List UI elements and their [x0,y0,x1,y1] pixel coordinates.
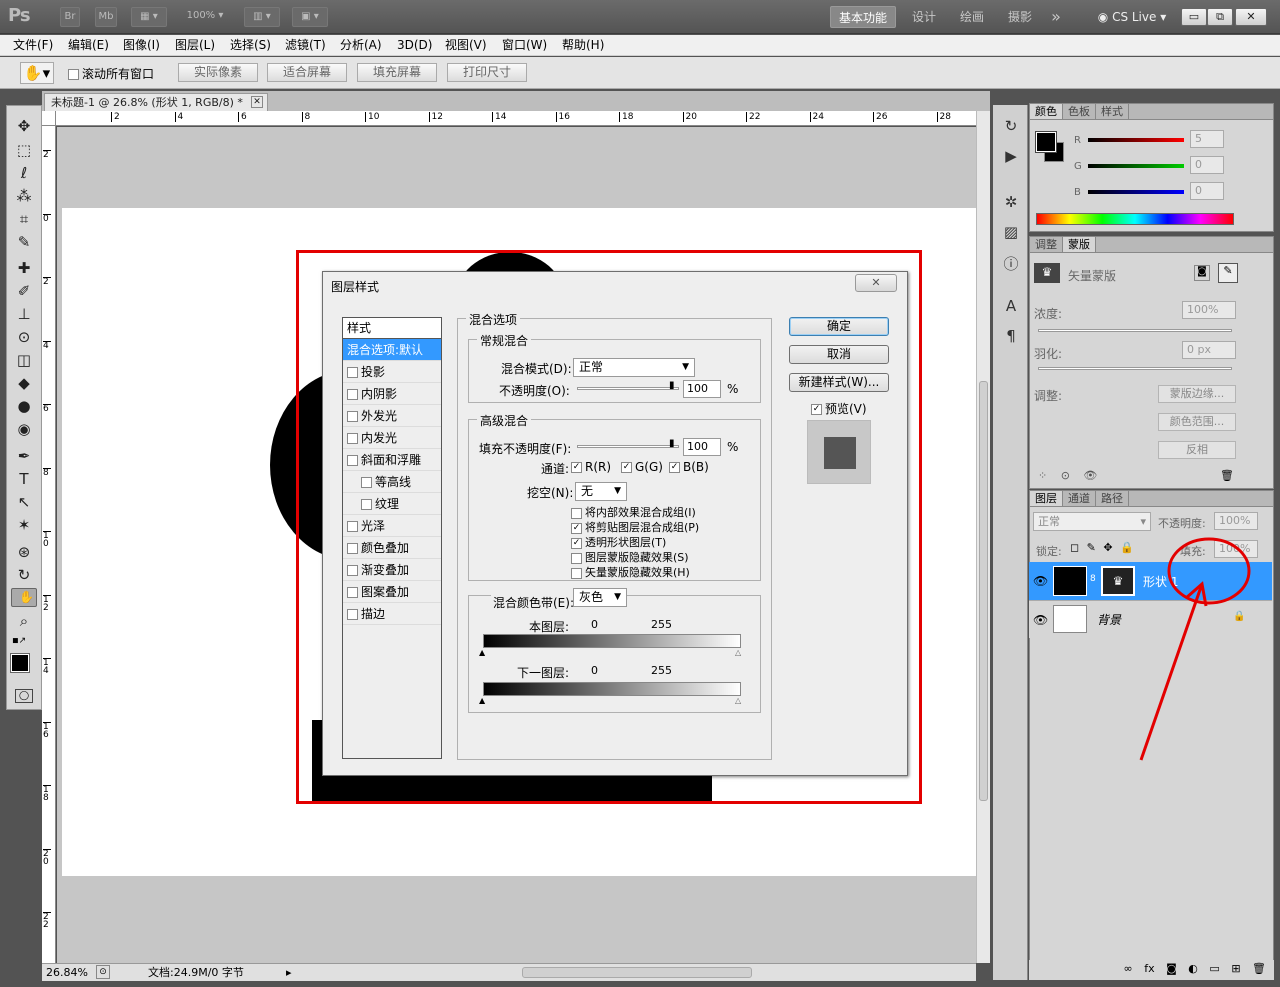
annotation-arrow [1139,583,1204,761]
fg-color-swatch[interactable] [1035,131,1057,153]
annotation-overlay [1139,537,1251,761]
annotation-circle [1167,537,1251,605]
